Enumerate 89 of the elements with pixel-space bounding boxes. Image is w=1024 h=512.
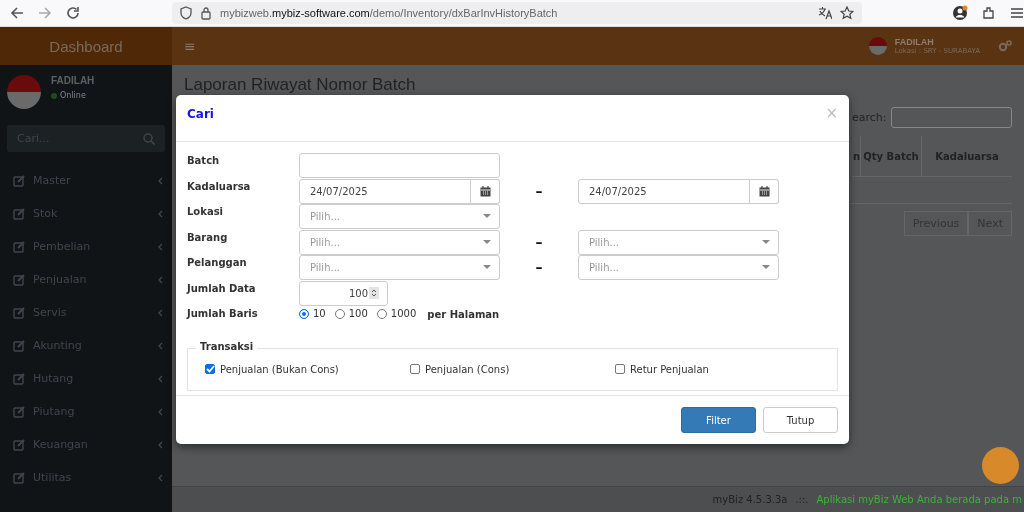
dropdown-caret-icon	[762, 239, 770, 245]
range-dash: –	[534, 181, 544, 201]
edit-icon	[13, 240, 25, 253]
date-field[interactable]: 24/07/2025	[578, 178, 750, 204]
star-icon[interactable]	[840, 6, 854, 20]
close-dialog-button[interactable]: Tutup	[763, 407, 838, 433]
close-button[interactable]: ×	[825, 107, 838, 119]
field-label: Kadaluarsa	[187, 179, 252, 194]
radio-option[interactable]: 100	[334, 306, 368, 319]
text-field[interactable]	[299, 153, 500, 178]
menu-icon[interactable]	[1010, 6, 1024, 20]
filter-button[interactable]: Filter	[681, 407, 756, 433]
radio-button[interactable]	[299, 308, 309, 319]
chevron-left-icon	[157, 440, 163, 449]
chevron-left-icon	[157, 242, 163, 251]
checkbox-option[interactable]: Retur Penjualan	[615, 363, 820, 375]
select-field[interactable]: Pilih...	[299, 255, 500, 280]
translate-icon[interactable]	[818, 6, 832, 20]
checkbox[interactable]	[205, 364, 215, 374]
chevron-left-icon	[157, 275, 163, 284]
calendar-icon	[479, 185, 491, 197]
edit-icon	[13, 339, 25, 352]
edit-icon	[13, 174, 25, 187]
shield-icon	[180, 6, 192, 20]
address-bar[interactable]: mybizweb.mybiz-software.com/demo/Inventory/dxBarInvHistoryBatch	[172, 2, 862, 24]
field-label: Batch	[187, 154, 221, 168]
field-label: Lokasi	[187, 205, 225, 219]
menu-toggle[interactable]: ≡	[184, 38, 196, 54]
online-dot-icon	[51, 92, 57, 99]
range-dash: –	[534, 258, 544, 277]
edit-icon	[13, 438, 25, 451]
dropdown-caret-icon	[483, 239, 491, 245]
spinner-icon	[369, 287, 379, 299]
flag-avatar	[7, 75, 41, 109]
marquee-message: Aplikasi myBiz Web Anda berada pada m	[816, 494, 1022, 505]
separator-text: .::.	[795, 494, 809, 505]
user-status: Online	[60, 91, 86, 100]
dropdown-caret-icon	[483, 214, 491, 219]
check-icon	[205, 365, 215, 373]
number-field[interactable]: 100	[299, 280, 388, 306]
edit-icon	[13, 405, 25, 418]
edit-icon	[13, 207, 25, 220]
chevron-left-icon	[157, 407, 163, 416]
chevron-left-icon	[157, 374, 163, 383]
dropdown-caret-icon	[483, 265, 491, 270]
chevron-left-icon	[157, 473, 163, 482]
radio-option[interactable]: 10	[299, 306, 326, 319]
dialog-title: Cari	[187, 107, 214, 121]
search-icon	[143, 132, 155, 145]
user-name: FADILAH	[51, 75, 95, 86]
checkbox[interactable]	[615, 364, 625, 374]
calendar-button[interactable]	[750, 178, 779, 204]
user-name[interactable]: FADILAH	[894, 37, 980, 47]
checkbox-option[interactable]: Penjualan (Cons)	[410, 363, 615, 375]
checkbox[interactable]	[410, 364, 420, 374]
range-dash: –	[534, 232, 544, 252]
date-field[interactable]: 24/07/2025	[299, 178, 471, 204]
group-legend: Transaksi	[196, 340, 258, 352]
search-field[interactable]	[890, 107, 1012, 128]
field-label: Jumlah Data	[187, 281, 257, 296]
reload-icon[interactable]	[66, 6, 80, 20]
edit-icon	[13, 372, 25, 385]
mascot-avatar[interactable]	[982, 447, 1019, 484]
suffix-label: per Halaman	[427, 308, 500, 320]
edit-icon	[13, 273, 25, 286]
select-field[interactable]: Pilih...	[578, 229, 779, 255]
select-field[interactable]: Pilih...	[299, 204, 500, 229]
select-field[interactable]: Pilih...	[299, 229, 500, 255]
select-field[interactable]: Pilih...	[578, 255, 779, 280]
brand-logo[interactable]: Dashboard	[0, 27, 172, 65]
checkbox-option[interactable]: Penjualan (Bukan Cons)	[205, 363, 410, 375]
flag-avatar	[868, 37, 887, 55]
radio-option[interactable]: 1000	[376, 306, 417, 319]
chevron-left-icon	[157, 176, 163, 185]
extensions-icon[interactable]	[982, 6, 996, 20]
dropdown-caret-icon	[762, 265, 770, 270]
field-label: Barang	[187, 230, 229, 245]
field-label: Pelanggan	[187, 256, 248, 270]
edit-icon	[13, 306, 25, 319]
lock-icon	[200, 6, 212, 20]
back-icon[interactable]	[10, 6, 24, 20]
field-label: Jumlah Baris	[187, 307, 259, 321]
chevron-left-icon	[157, 341, 163, 350]
chevron-left-icon	[157, 209, 163, 218]
calendar-icon	[758, 185, 770, 197]
account-icon[interactable]	[952, 5, 968, 21]
calendar-button[interactable]	[471, 178, 500, 204]
edit-icon	[13, 471, 25, 484]
chevron-left-icon	[157, 308, 163, 317]
